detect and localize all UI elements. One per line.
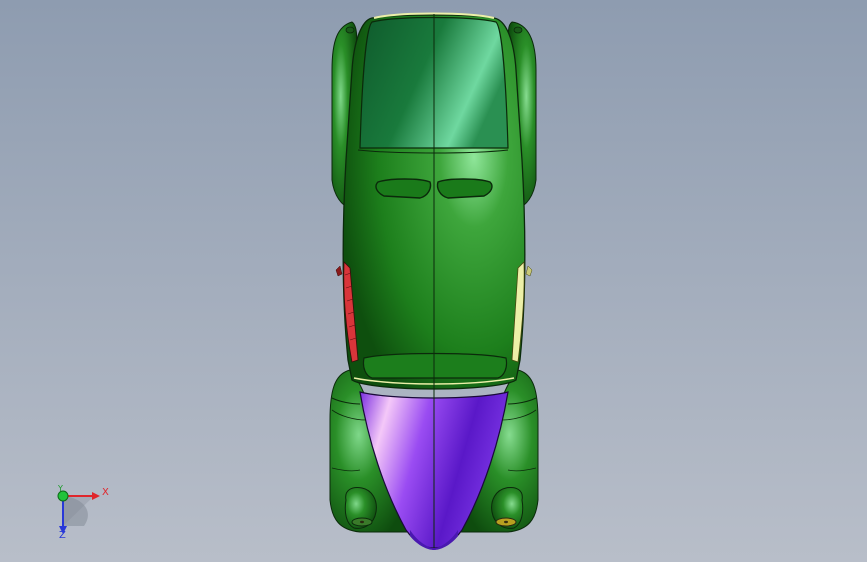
left-vent xyxy=(375,178,432,199)
car-model-top-view[interactable] xyxy=(0,0,867,562)
left-taillight xyxy=(345,26,355,34)
cowl-panel xyxy=(362,352,508,379)
z-axis-label: Z xyxy=(59,530,66,541)
orientation-triad[interactable]: X Y Z xyxy=(44,482,124,548)
y-axis-label: Y xyxy=(58,484,63,493)
right-mirror xyxy=(525,265,533,277)
graphics-viewport[interactable]: X Y Z xyxy=(0,0,867,562)
right-headlight xyxy=(491,487,524,529)
right-taillight xyxy=(513,26,523,34)
right-vent xyxy=(436,178,493,199)
left-headlight xyxy=(344,487,377,529)
x-axis-label: X xyxy=(102,487,109,498)
left-mirror xyxy=(335,265,343,277)
